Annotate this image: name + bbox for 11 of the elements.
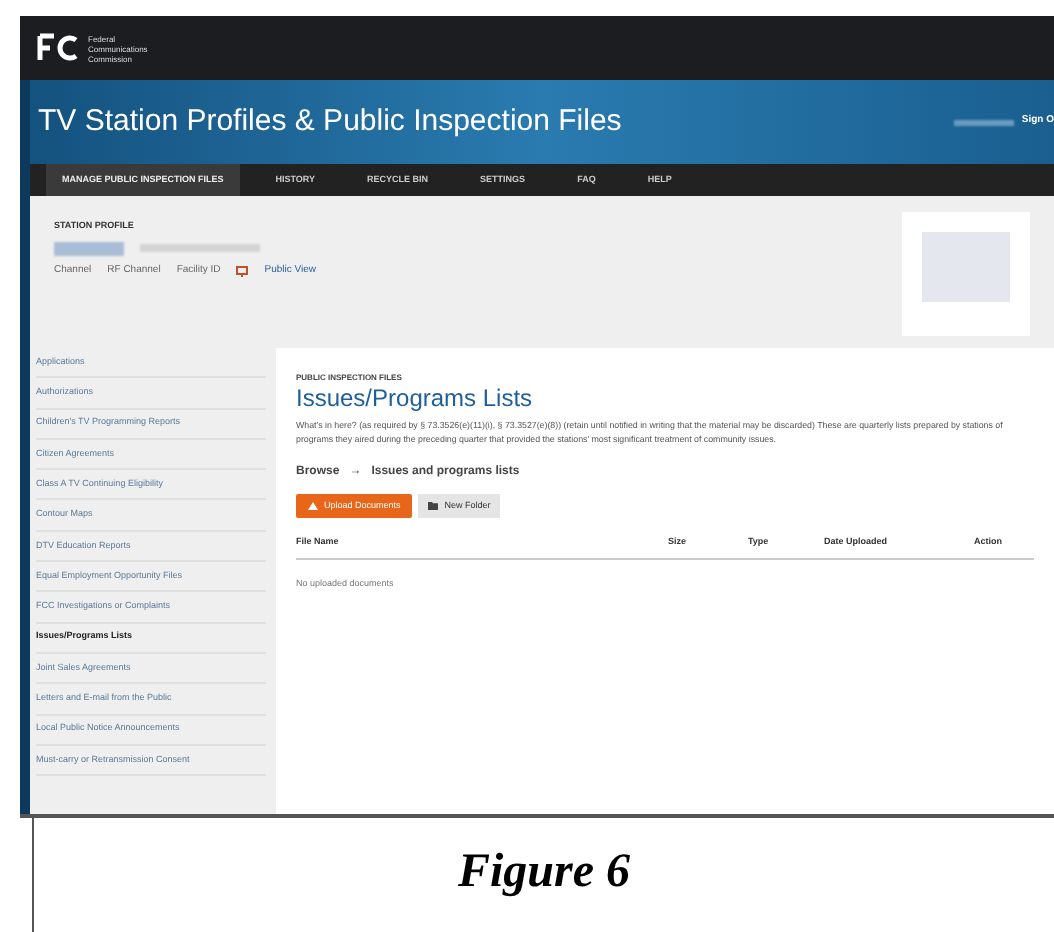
fcc-logo-icon (36, 32, 80, 64)
folder-icon (428, 502, 439, 510)
monitor-icon (236, 265, 249, 277)
redacted-username (953, 119, 1014, 125)
redacted-licensee (140, 244, 260, 253)
section-title: Issues/Programs Lists (296, 384, 535, 414)
station-logo-placeholder (902, 212, 1030, 336)
redacted-call-sign (54, 241, 124, 256)
page-title: TV Station Profiles & Public Inspection Files (38, 101, 622, 142)
upload-icon (308, 502, 318, 510)
figure-caption: Figure 6 (457, 844, 630, 902)
